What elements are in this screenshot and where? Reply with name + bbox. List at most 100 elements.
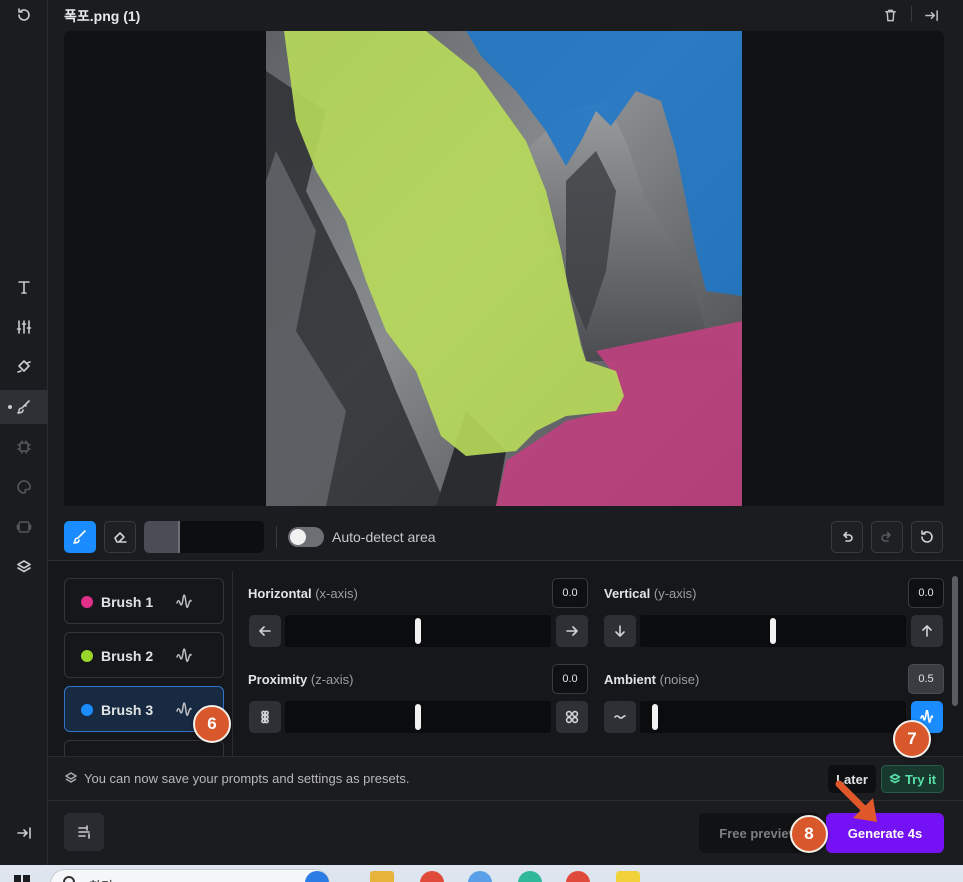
move-closer-button[interactable] xyxy=(249,701,281,733)
vertical-sub: (y-axis) xyxy=(653,586,697,601)
chrome-icon[interactable] xyxy=(566,871,590,882)
browser-app-icon[interactable] xyxy=(468,871,492,882)
undo-icon xyxy=(843,531,853,542)
ambient-thumb[interactable] xyxy=(652,704,658,730)
wave-icon xyxy=(175,701,193,719)
chip-icon[interactable] xyxy=(0,430,48,464)
try-it-button[interactable]: Try it xyxy=(881,765,944,793)
arrow-down-icon xyxy=(615,625,625,637)
toolbar-divider xyxy=(276,526,277,548)
frame-icon[interactable] xyxy=(0,510,48,544)
horizontal-value[interactable]: 0.0 xyxy=(552,578,588,608)
panel-divider xyxy=(232,571,233,757)
chrome-icon[interactable] xyxy=(420,871,444,882)
reset-button[interactable] xyxy=(911,521,943,553)
os-taskbar: 찾기 xyxy=(0,865,963,882)
annotation-arrow xyxy=(835,780,877,822)
brush-size-fill xyxy=(144,521,180,553)
edge-icon[interactable] xyxy=(518,871,542,882)
image-canvas[interactable] xyxy=(64,31,944,506)
brush-item-2[interactable]: Brush 2 xyxy=(64,632,224,678)
vertical-slider[interactable] xyxy=(640,615,906,647)
eraser-icon xyxy=(114,532,127,543)
masked-photo[interactable] xyxy=(266,31,742,506)
redo-icon xyxy=(881,531,891,542)
ambient-value[interactable]: 0.5 xyxy=(908,664,944,694)
brush-item-1[interactable]: Brush 1 xyxy=(64,578,224,624)
file-title: 폭포.png (1) xyxy=(64,8,141,24)
proximity-value[interactable]: 0.0 xyxy=(552,664,588,694)
vertical-label: Vertical (y-axis) xyxy=(604,586,697,601)
proximity-thumb[interactable] xyxy=(415,704,421,730)
transform-icon[interactable] xyxy=(0,350,48,384)
brush-tool-button[interactable] xyxy=(64,521,96,553)
brush-label: Brush 1 xyxy=(101,594,154,610)
ambient-label: Ambient (noise) xyxy=(604,672,699,687)
refresh-icon[interactable] xyxy=(0,0,48,32)
panel-scrollbar[interactable] xyxy=(952,576,958,706)
wave-icon xyxy=(175,647,193,665)
file-explorer-icon[interactable] xyxy=(370,871,394,882)
trash-icon[interactable] xyxy=(881,6,899,24)
wave-icon xyxy=(175,593,193,611)
vertical-value[interactable]: 0.0 xyxy=(908,578,944,608)
palette-icon[interactable] xyxy=(0,470,48,504)
move-farther-button[interactable] xyxy=(556,701,588,733)
ambient-title: Ambient xyxy=(604,672,656,687)
redo-button[interactable] xyxy=(871,521,903,553)
vertical-title: Vertical xyxy=(604,586,651,601)
brush-settings-panel: Brush 1 Brush 2 Brush 3 Horizontal (x-ax… xyxy=(48,560,963,760)
kakaotalk-icon[interactable] xyxy=(616,871,640,882)
text-icon[interactable] xyxy=(0,270,48,304)
brush-label: Brush 2 xyxy=(101,648,154,664)
collapse-panel-icon[interactable] xyxy=(922,6,940,24)
eraser-tool-button[interactable] xyxy=(104,521,136,553)
ambient-slider[interactable] xyxy=(640,701,906,733)
proximity-slider[interactable] xyxy=(285,701,551,733)
proximity-title: Proximity xyxy=(248,672,308,687)
horizontal-thumb[interactable] xyxy=(415,618,421,644)
proximity-label: Proximity (z-axis) xyxy=(248,672,353,687)
move-up-button[interactable] xyxy=(911,615,943,647)
horizontal-slider[interactable] xyxy=(285,615,551,647)
move-down-button[interactable] xyxy=(604,615,636,647)
brush-icon[interactable] xyxy=(0,390,48,424)
brush-icon xyxy=(73,530,86,544)
brush-size-slider[interactable] xyxy=(144,521,264,553)
move-right-button[interactable] xyxy=(556,615,588,647)
move-left-button[interactable] xyxy=(249,615,281,647)
presets-notice: You can now save your prompts and settin… xyxy=(48,756,963,800)
cluster-large-icon xyxy=(565,710,579,724)
arrow-up-icon xyxy=(922,625,932,637)
reset-icon xyxy=(921,530,933,543)
arrow-left-icon xyxy=(259,626,271,636)
header-divider xyxy=(911,6,912,22)
undo-button[interactable] xyxy=(831,521,863,553)
layers-icon xyxy=(64,771,78,785)
brush-color-dot xyxy=(81,704,93,716)
expand-panel-icon[interactable] xyxy=(0,816,48,850)
settings-lines-icon xyxy=(78,825,90,839)
cluster-small-icon xyxy=(261,710,269,724)
vertical-thumb[interactable] xyxy=(770,618,776,644)
brush-color-dot xyxy=(81,650,93,662)
auto-detect-label: Auto-detect area xyxy=(332,529,436,545)
try-it-label: Try it xyxy=(904,771,937,787)
step-marker-6: 6 xyxy=(193,705,231,743)
taskbar-search[interactable]: 찾기 xyxy=(50,869,330,882)
search-icon xyxy=(63,876,75,882)
arrow-right-icon xyxy=(566,626,578,636)
flat-wave-icon xyxy=(614,715,626,719)
sliders-icon[interactable] xyxy=(0,310,48,344)
horizontal-label: Horizontal (x-axis) xyxy=(248,586,358,601)
brush-color-dot xyxy=(81,596,93,608)
taskbar-search-text: 찾기 xyxy=(89,876,113,882)
ambient-decrease-button[interactable] xyxy=(604,701,636,733)
proximity-sub: (z-axis) xyxy=(310,672,354,687)
horizontal-sub: (x-axis) xyxy=(315,586,358,601)
layers-icon[interactable] xyxy=(0,550,48,584)
windows-start-icon[interactable] xyxy=(14,875,30,882)
brush-label: Brush 3 xyxy=(101,702,154,718)
settings-button[interactable] xyxy=(64,813,104,851)
auto-detect-toggle[interactable] xyxy=(288,527,324,547)
